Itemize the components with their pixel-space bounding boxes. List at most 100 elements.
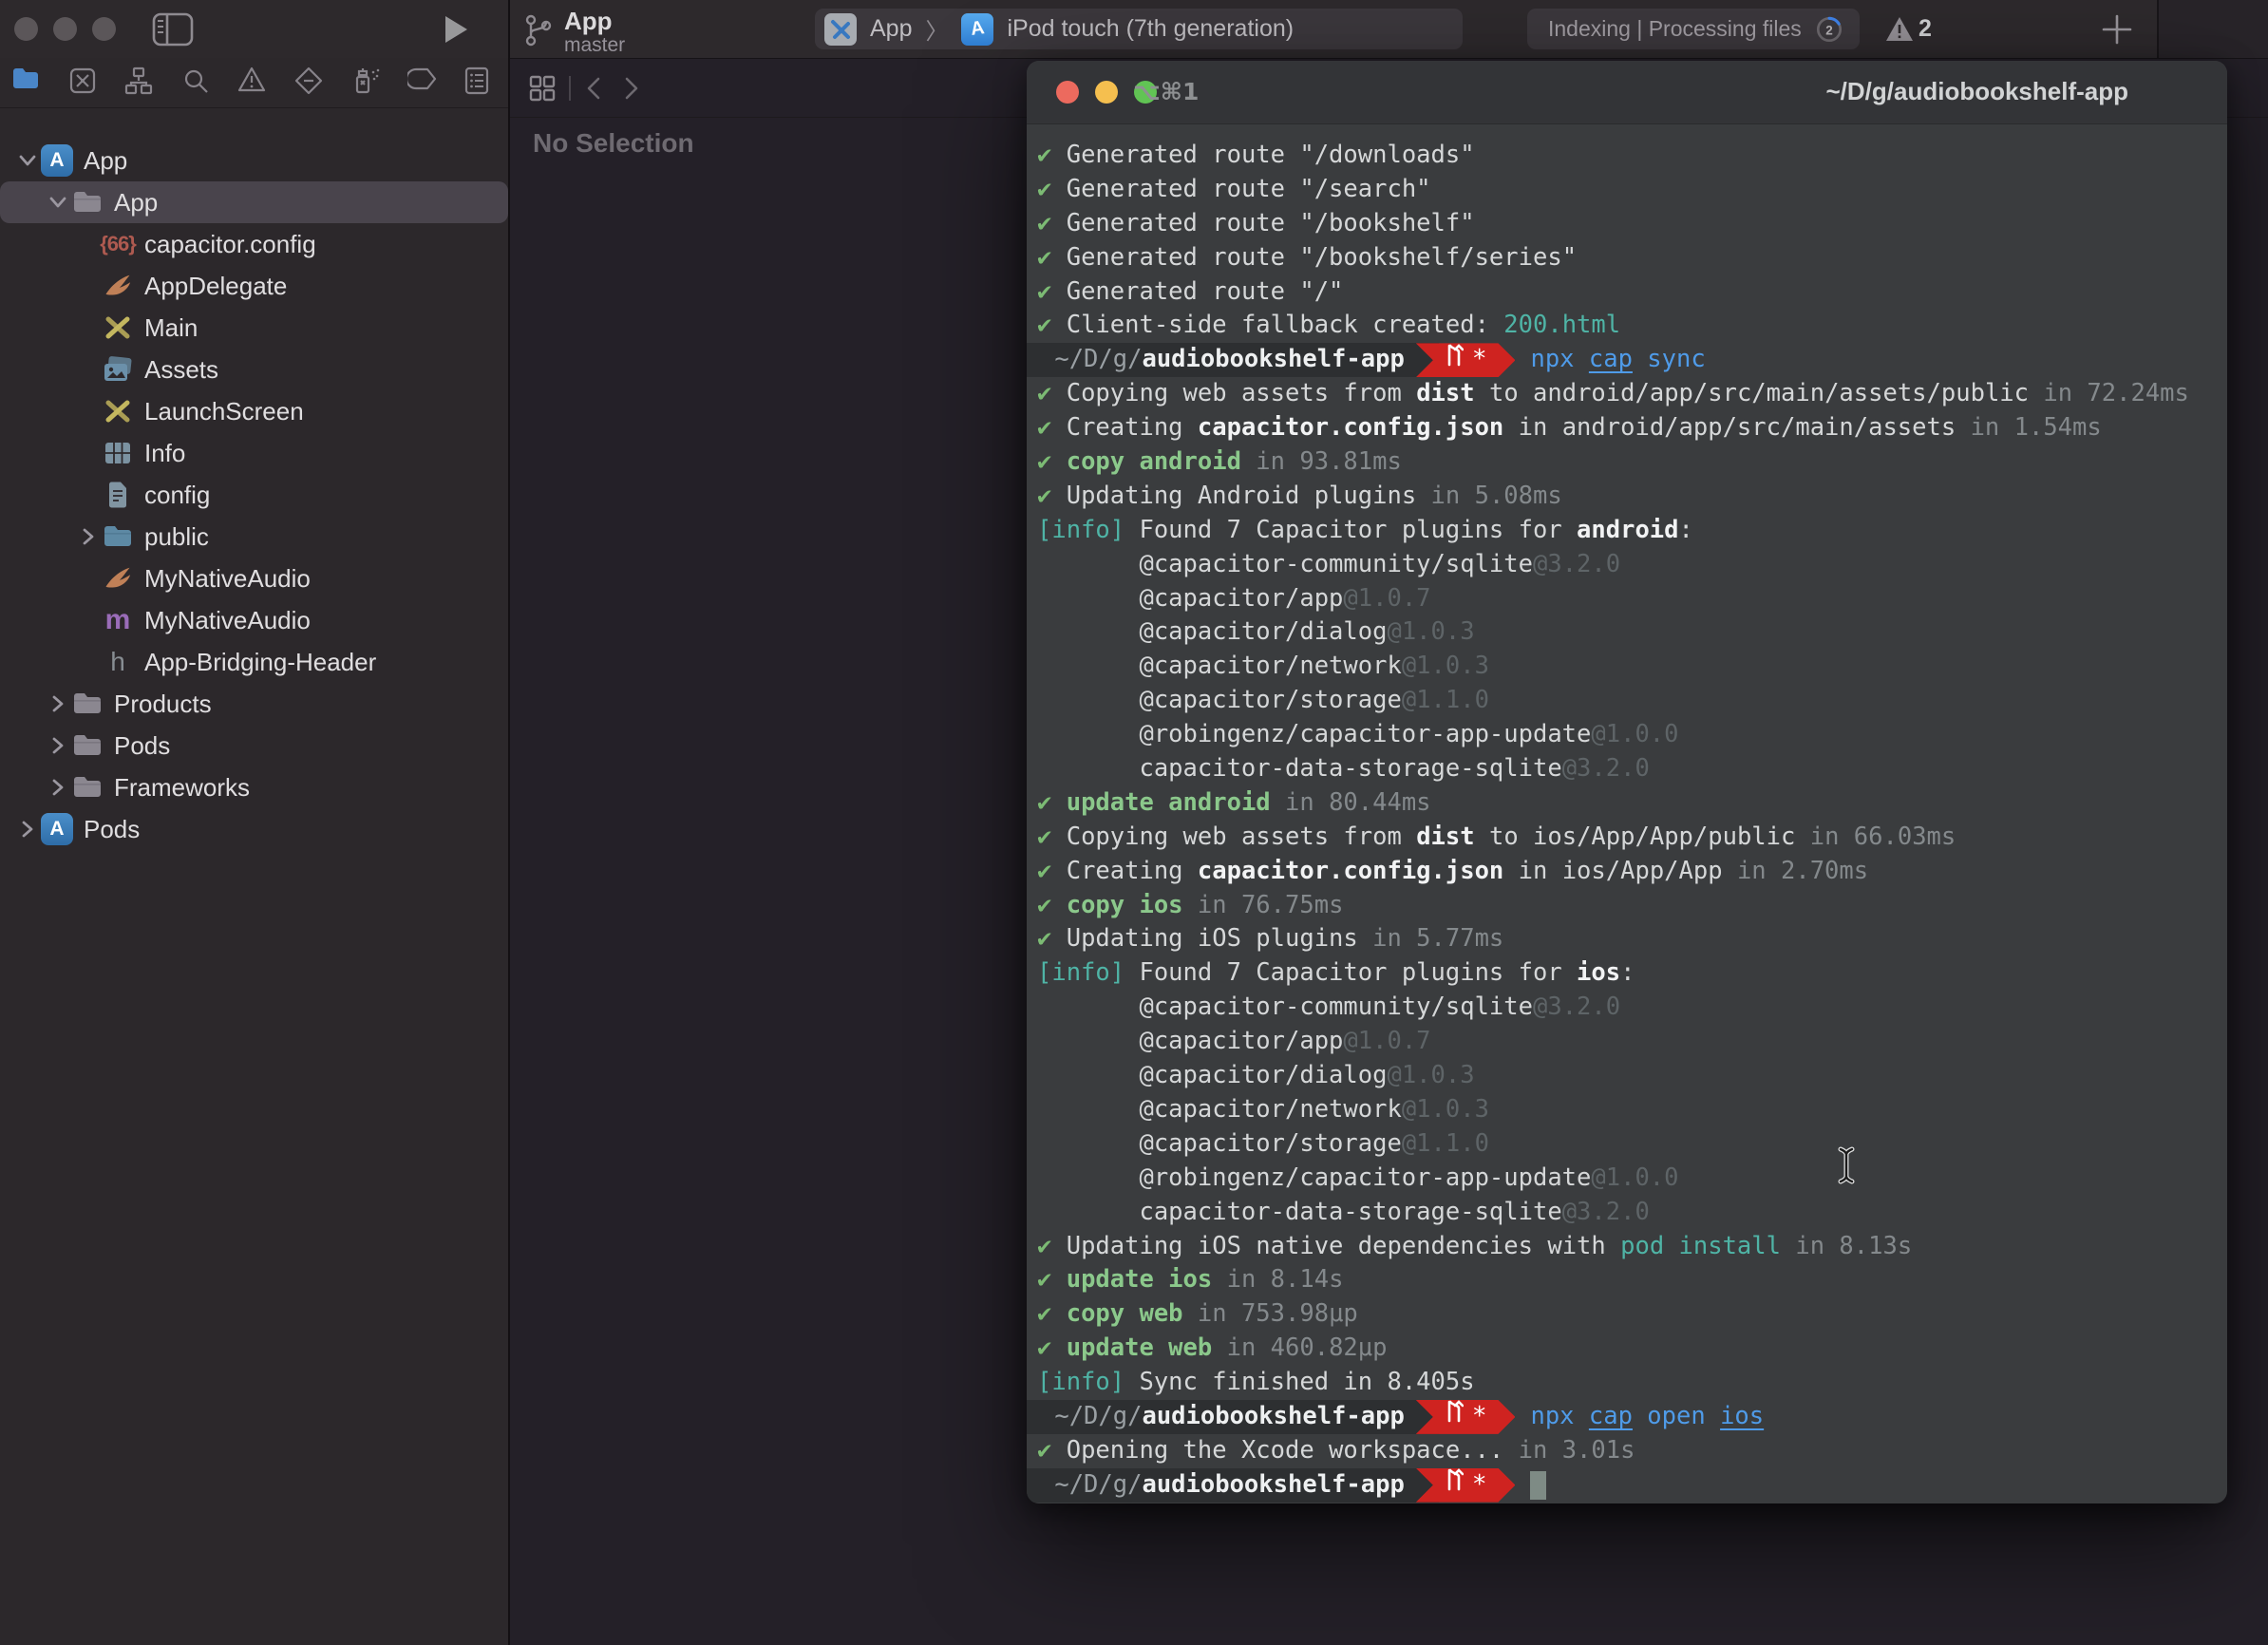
disclosure-closed-icon[interactable]	[46, 779, 70, 796]
back-icon[interactable]	[582, 75, 607, 102]
sidebar-item-label: App	[114, 188, 158, 217]
sidebar-item-label: App-Bridging-Header	[144, 648, 376, 677]
sidebar-item-app[interactable]: AApp	[0, 140, 508, 181]
disclosure-open-icon[interactable]	[46, 194, 70, 211]
editor-grid-icon[interactable]	[529, 75, 556, 102]
warning-icon[interactable]	[1884, 15, 1915, 44]
terminal-line: ✔ Generated route "/bookshelf/series"	[1027, 241, 2227, 275]
navigator-tab-source-control-icon[interactable]	[68, 66, 99, 97]
terminal-line: ✔ Copying web assets from dist to androi…	[1027, 377, 2227, 411]
sidebar-item-config[interactable]: config	[0, 474, 508, 516]
git-branch-icon	[1445, 343, 1464, 378]
git-branch-icon	[1445, 1399, 1464, 1434]
navigator-tab-debug-icon[interactable]	[350, 66, 381, 97]
sidebar-divider[interactable]	[508, 0, 510, 1645]
terminal-line: [info] Found 7 Capacitor plugins for ios…	[1027, 956, 2227, 991]
terminal-line: ✔ Generated route "/bookshelf"	[1027, 207, 2227, 241]
disclosure-closed-icon[interactable]	[76, 528, 101, 545]
minimize-button[interactable]	[53, 17, 77, 41]
editor-bar-divider	[569, 76, 571, 101]
sidebar-item-label: Info	[144, 439, 185, 468]
project-icon: A	[40, 813, 74, 845]
sidebar-item-app[interactable]: App	[0, 181, 508, 223]
project-icon: A	[40, 144, 74, 177]
sidebar-item-frameworks[interactable]: Frameworks	[0, 766, 508, 808]
terminal-line: @capacitor/app@1.0.7	[1027, 1025, 2227, 1059]
sidebar-item-products[interactable]: Products	[0, 683, 508, 725]
assets-icon	[101, 353, 135, 386]
navigator-tab-tests-icon[interactable]	[294, 66, 325, 97]
doc-icon	[101, 479, 135, 511]
terminal-line: ✔ Opening the Xcode workspace... in 3.01…	[1027, 1434, 2227, 1468]
status-text: Indexing | Processing files	[1548, 16, 1802, 42]
sidebar-item-label: Pods	[114, 731, 170, 761]
zoom-button[interactable]	[92, 17, 116, 41]
disclosure-closed-icon[interactable]	[46, 695, 70, 712]
forward-icon[interactable]	[618, 75, 643, 102]
navigator-tab-breakpoints-icon[interactable]	[407, 66, 438, 97]
terminal-line: @capacitor/dialog@1.0.3	[1027, 615, 2227, 650]
terminal-line: @capacitor/dialog@1.0.3	[1027, 1059, 2227, 1093]
terminal-line: ✔ update web in 460.82μp	[1027, 1332, 2227, 1366]
git-branch-icon	[1445, 1467, 1464, 1503]
terminal-line: [info] Sync finished in 8.405s	[1027, 1366, 2227, 1400]
navigator-tab-reports-icon[interactable]	[463, 66, 494, 97]
terminal-line: @robingenz/capacitor-app-update@1.0.0	[1027, 718, 2227, 752]
terminal-line: @robingenz/capacitor-app-update@1.0.0	[1027, 1162, 2227, 1196]
sidebar-item-capacitor-config[interactable]: {66}capacitor.config	[0, 223, 508, 265]
terminal-line: ✔ Updating Android plugins in 5.08ms	[1027, 480, 2227, 514]
run-button[interactable]	[443, 14, 469, 45]
sidebar-item-public[interactable]: public	[0, 516, 508, 558]
sidebar-item-main[interactable]: Main	[0, 307, 508, 349]
navigator-tab-issues-icon[interactable]	[237, 66, 268, 97]
prompt-path-chip: ~/D/g/audiobookshelf-app	[1027, 1468, 1439, 1503]
navigator-tab-search-icon[interactable]	[181, 66, 212, 97]
disclosure-open-icon[interactable]	[15, 152, 40, 169]
terminal-line: @capacitor-community/sqlite@3.2.0	[1027, 548, 2227, 582]
navigator-tab-project-icon[interactable]	[11, 66, 42, 97]
branch-name[interactable]: master	[564, 34, 625, 57]
terminal-window[interactable]: ⌥⌘1 ~/D/g/audiobookshelf-app ✔ Generated…	[1027, 61, 2227, 1503]
terminal-output[interactable]: ✔ Generated route "/downloads"✔ Generate…	[1027, 123, 2227, 1503]
sidebar-item-launchscreen[interactable]: LaunchScreen	[0, 390, 508, 432]
simulator-device-icon: A	[961, 13, 993, 46]
disclosure-closed-icon[interactable]	[15, 821, 40, 838]
ibeam-cursor	[1831, 1144, 1862, 1186]
project-target-icon	[824, 13, 857, 46]
terminal-line: ✔ update ios in 8.14s	[1027, 1263, 2227, 1297]
library-add-icon[interactable]	[2101, 13, 2133, 46]
progress-spinner: 2	[1812, 12, 1846, 47]
sidebar-item-label: AppDelegate	[144, 272, 287, 301]
scheme-selector[interactable]: App 〉 A iPod touch (7th generation)	[815, 9, 1463, 49]
folder-icon	[70, 771, 104, 804]
sidebar-item-label: MyNativeAudio	[144, 564, 311, 594]
braces-icon: {66}	[101, 228, 135, 260]
terminal-line: ✔ Copying web assets from dist to ios/Ap…	[1027, 821, 2227, 855]
main-toolbar: App master App 〉 A iPod touch (7th gener…	[0, 0, 2268, 59]
storyboard-icon	[101, 312, 135, 344]
navigator-tab-symbols-icon[interactable]	[124, 66, 155, 97]
toggle-sidebar-icon[interactable]	[152, 12, 194, 47]
terminal-line: ✔ copy ios in 76.75ms	[1027, 889, 2227, 923]
sidebar-item-mynativeaudio[interactable]: MyNativeAudio	[0, 558, 508, 599]
branch-project-name[interactable]: App	[564, 7, 613, 36]
disclosure-closed-icon[interactable]	[46, 737, 70, 754]
terminal-title: ~/D/g/audiobookshelf-app	[1825, 77, 2128, 106]
terminal-line: ✔ Creating capacitor.config.json in andr…	[1027, 411, 2227, 445]
terminal-minimize-button[interactable]	[1095, 81, 1118, 104]
sidebar-item-pods[interactable]: APods	[0, 808, 508, 850]
terminal-titlebar[interactable]: ⌥⌘1 ~/D/g/audiobookshelf-app	[1027, 61, 2227, 124]
sidebar-item-pods[interactable]: Pods	[0, 725, 508, 766]
terminal-line: @capacitor-community/sqlite@3.2.0	[1027, 991, 2227, 1025]
prompt-path-chip: ~/D/g/audiobookshelf-app	[1027, 343, 1439, 377]
sidebar-item-assets[interactable]: Assets	[0, 349, 508, 390]
sidebar-item-info[interactable]: Info	[0, 432, 508, 474]
close-button[interactable]	[14, 17, 38, 41]
terminal-line: ✔ update android in 80.44ms	[1027, 786, 2227, 821]
activity-status[interactable]: Indexing | Processing files 2	[1527, 9, 1860, 49]
sidebar-item-appdelegate[interactable]: AppDelegate	[0, 265, 508, 307]
sidebar-item-mynativeaudio[interactable]: mMyNativeAudio	[0, 599, 508, 641]
sidebar-item-app-bridging-header[interactable]: hApp-Bridging-Header	[0, 641, 508, 683]
terminal-close-button[interactable]	[1056, 81, 1079, 104]
terminal-line: ✔ Client-side fallback created: 200.html	[1027, 309, 2227, 343]
